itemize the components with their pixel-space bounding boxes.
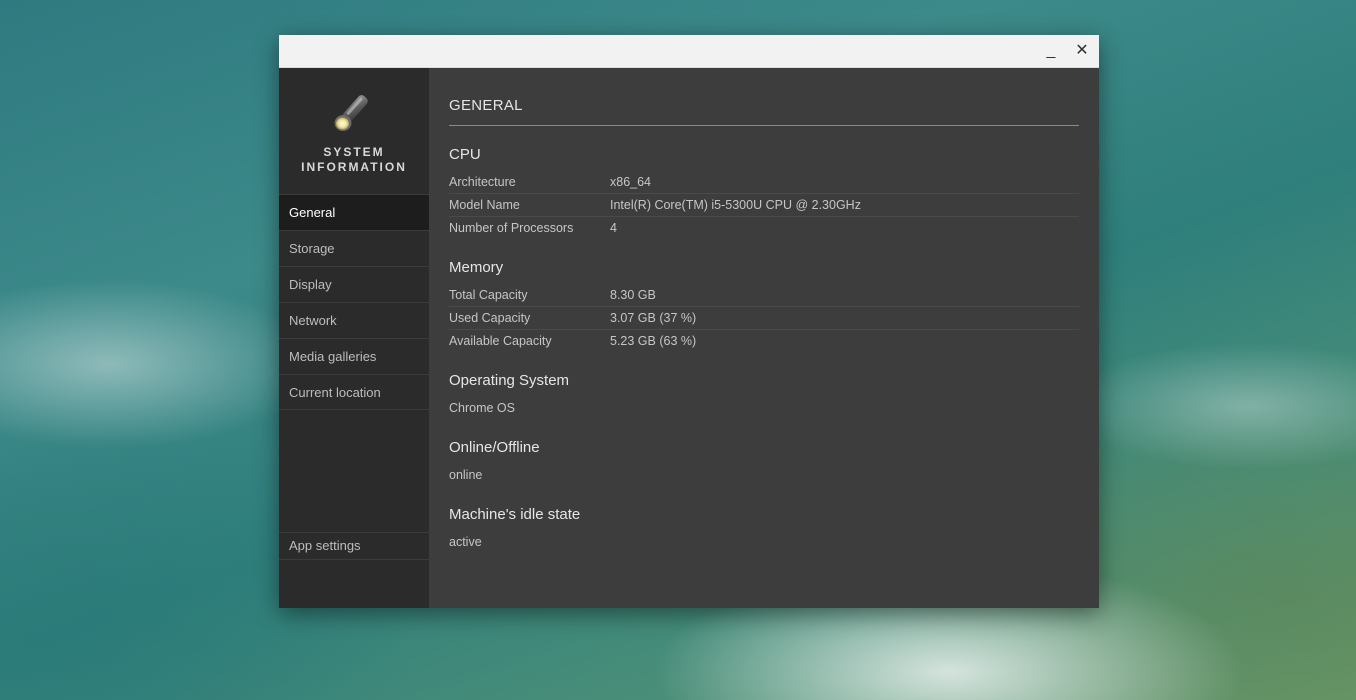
flashlight-icon: [334, 95, 368, 131]
os-value: Chrome OS: [449, 401, 515, 415]
row-value: Intel(R) Core(TM) i5-5300U CPU @ 2.30GHz: [610, 198, 861, 212]
cpu-table: Architecture x86_64 Model Name Intel(R) …: [449, 171, 1079, 239]
memory-heading: Memory: [449, 259, 504, 276]
sidebar-item-storage[interactable]: Storage: [279, 230, 429, 266]
minimize-icon[interactable]: _: [1041, 41, 1061, 61]
app-brand: SYSTEM INFORMATION: [279, 68, 429, 194]
sidebar-nav: General Storage Display Network Media ga…: [279, 194, 429, 410]
online-value: online: [449, 468, 483, 482]
table-row: Used Capacity 3.07 GB (37 %): [449, 307, 1079, 330]
page-title: GENERAL: [449, 97, 1079, 126]
online-heading: Online/Offline: [449, 439, 540, 456]
idle-value: active: [449, 535, 482, 549]
app-window: _ ✕ SYSTEM INFORMATION General Storage D…: [279, 35, 1099, 608]
row-value: 3.07 GB (37 %): [610, 311, 697, 325]
memory-table: Total Capacity 8.30 GB Used Capacity 3.0…: [449, 284, 1079, 352]
close-icon[interactable]: ✕: [1072, 41, 1092, 61]
row-value: 4: [610, 221, 617, 235]
row-value: 8.30 GB: [610, 288, 656, 302]
row-key: Architecture: [449, 175, 516, 189]
table-row: Available Capacity 5.23 GB (63 %): [449, 330, 1079, 352]
app-title-line1: SYSTEM: [323, 145, 385, 159]
main-content: GENERAL CPU Architecture x86_64 Model Na…: [449, 68, 1079, 553]
sidebar-item-display[interactable]: Display: [279, 266, 429, 302]
sidebar-item-media-galleries[interactable]: Media galleries: [279, 338, 429, 374]
row-value: 5.23 GB (63 %): [610, 334, 697, 348]
table-row: Number of Processors 4: [449, 217, 1079, 239]
sidebar: SYSTEM INFORMATION General Storage Displ…: [279, 68, 429, 608]
sidebar-item-network[interactable]: Network: [279, 302, 429, 338]
sidebar-item-general[interactable]: General: [279, 194, 429, 230]
row-value: x86_64: [610, 175, 652, 189]
table-row: Total Capacity 8.30 GB: [449, 284, 1079, 307]
table-row: Model Name Intel(R) Core(TM) i5-5300U CP…: [449, 194, 1079, 217]
cpu-heading: CPU: [449, 146, 481, 163]
row-key: Number of Processors: [449, 221, 574, 235]
sidebar-item-app-settings[interactable]: App settings: [279, 532, 429, 560]
app-title: SYSTEM INFORMATION: [279, 145, 429, 175]
app-title-line2: INFORMATION: [301, 160, 407, 174]
sidebar-item-current-location[interactable]: Current location: [279, 374, 429, 410]
row-key: Total Capacity: [449, 288, 528, 302]
row-key: Model Name: [449, 198, 520, 212]
window-titlebar[interactable]: _ ✕: [279, 35, 1099, 68]
table-row: Architecture x86_64: [449, 171, 1079, 194]
row-key: Used Capacity: [449, 311, 531, 325]
os-heading: Operating System: [449, 372, 570, 389]
row-key: Available Capacity: [449, 334, 552, 348]
idle-heading: Machine's idle state: [449, 506, 581, 523]
desktop-wallpaper: _ ✕ SYSTEM INFORMATION General Storage D…: [0, 0, 1356, 700]
